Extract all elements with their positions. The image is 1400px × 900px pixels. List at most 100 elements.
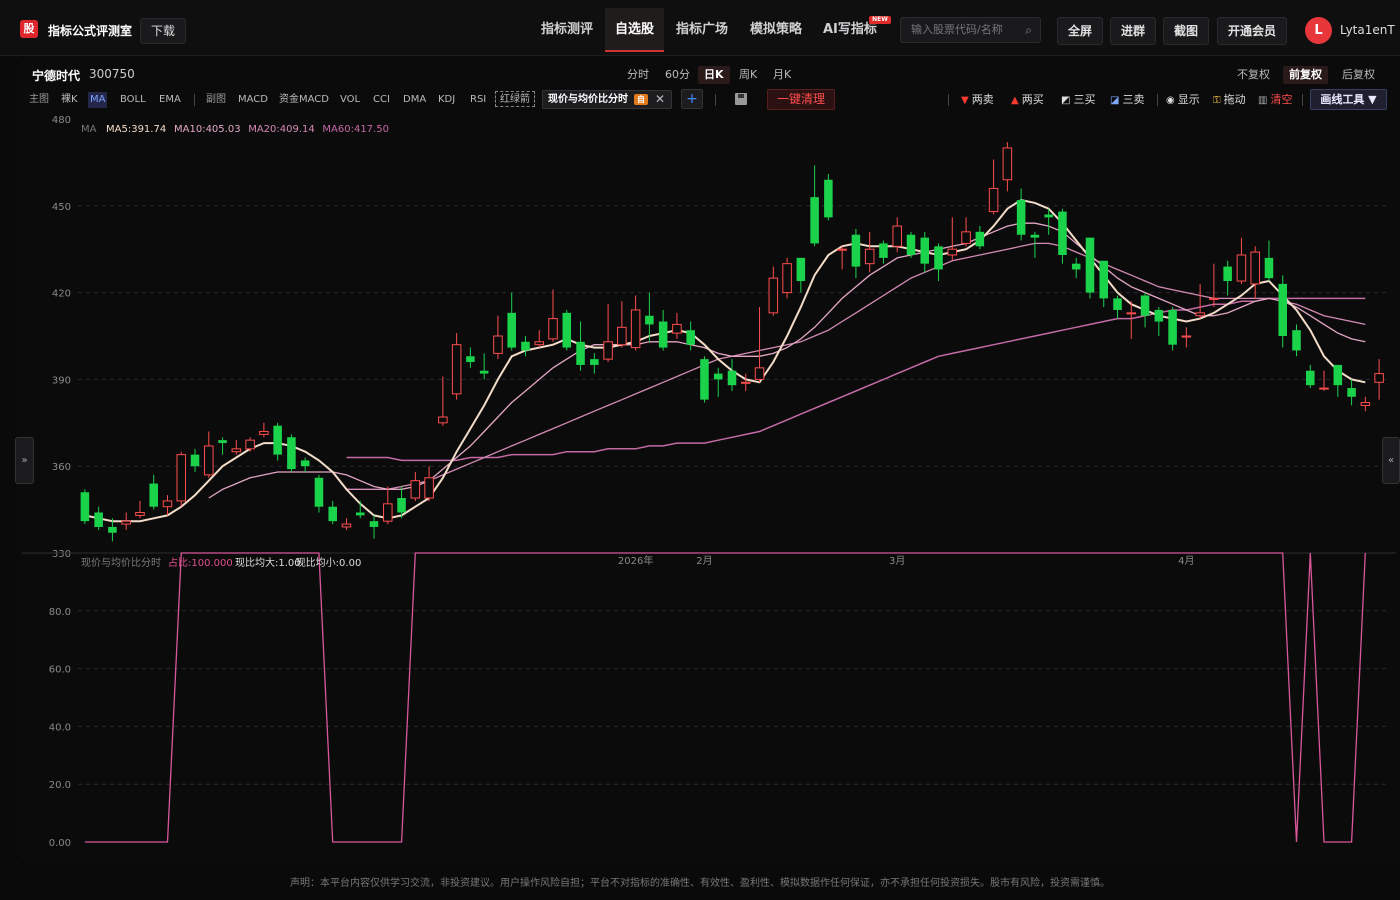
candle-body	[1071, 263, 1081, 270]
candle-body	[1195, 312, 1205, 317]
y-tick-label: 450	[52, 202, 71, 213]
candle-body	[1181, 335, 1192, 338]
candle-body	[879, 243, 888, 258]
x-tick-label: 2月	[696, 555, 712, 567]
expand-right-icon[interactable]: «	[1382, 437, 1400, 484]
expand-left-icon[interactable]: »	[15, 437, 34, 484]
y-tick-label: 360	[52, 462, 71, 473]
y-tick-label: 390	[52, 375, 71, 386]
sub-legend-name: 现价与均价比分时	[81, 557, 161, 569]
candle-body	[1278, 283, 1288, 336]
candle-body	[1292, 330, 1301, 351]
ma-legend-prefix: MA	[81, 124, 97, 135]
candle-body	[1264, 257, 1274, 279]
candle-body	[176, 454, 187, 502]
candle-body	[1044, 214, 1053, 218]
candle-body	[630, 309, 641, 349]
candle-body	[534, 341, 545, 346]
y-tick-label: 420	[52, 289, 71, 300]
candle-body	[837, 248, 847, 251]
candle-body	[1140, 295, 1150, 316]
candle-body	[121, 520, 131, 525]
candle-body	[947, 248, 958, 256]
candle-body	[1099, 260, 1109, 299]
sub-indicator-line	[84, 552, 1366, 843]
candle-body	[658, 321, 668, 348]
candle-body	[727, 370, 737, 386]
candle-body	[1154, 309, 1164, 322]
candle-body	[1236, 254, 1247, 282]
candle-body	[438, 416, 448, 424]
candle-body	[1347, 388, 1356, 397]
candle-body	[1306, 370, 1315, 386]
candle-body	[369, 521, 379, 527]
candle-body	[341, 523, 352, 528]
candle-body	[521, 341, 530, 351]
candle-body	[1360, 402, 1371, 406]
y-tick-label: 330	[52, 549, 71, 560]
candle-body	[218, 440, 227, 444]
candle-body	[493, 335, 503, 354]
candle-body	[645, 315, 654, 325]
candle-body	[548, 318, 558, 340]
candle-body	[273, 425, 282, 455]
candle-body	[466, 356, 475, 363]
candle-body	[1016, 200, 1026, 235]
candle-body	[1126, 312, 1137, 315]
candle-body	[934, 246, 943, 270]
candle-body	[686, 330, 695, 345]
candle-body	[576, 341, 585, 365]
candle-body	[768, 277, 779, 314]
candle-body	[864, 248, 875, 265]
y-tick-label: 480	[52, 115, 71, 126]
candle-body	[231, 448, 242, 453]
candle-body	[975, 231, 985, 247]
candle-body	[1058, 211, 1067, 255]
candle-body	[135, 511, 145, 516]
ma-line-ma5	[84, 198, 1366, 523]
candle-body	[617, 326, 627, 346]
sub-legend-item: 现比均大:1.00	[235, 556, 301, 569]
candle-body	[479, 370, 489, 374]
candle-body	[810, 197, 819, 244]
candle-body	[1223, 266, 1232, 282]
candle-body	[162, 500, 173, 508]
x-tick-label: 3月	[889, 555, 905, 567]
sub-y-tick-label: 60.0	[49, 665, 71, 676]
sub-y-tick-label: 80.0	[49, 607, 71, 618]
candle-body	[1250, 251, 1260, 285]
candle-body	[920, 237, 930, 264]
x-tick-label: 2026年	[618, 554, 653, 567]
candle-body	[782, 263, 792, 294]
candle-body	[1085, 237, 1095, 293]
sub-y-tick-label: 0.00	[49, 838, 71, 849]
candle-body	[204, 445, 214, 476]
candle-body	[1209, 297, 1219, 300]
candle-body	[741, 381, 751, 384]
candle-body	[562, 312, 572, 348]
candle-body	[1113, 298, 1122, 310]
sub-y-tick-label: 40.0	[49, 722, 71, 733]
candle-body	[507, 312, 516, 348]
candle-body	[259, 430, 269, 435]
candle-body	[672, 323, 682, 334]
candle-body	[328, 506, 337, 522]
candle-body	[1030, 234, 1040, 238]
candle-body	[397, 498, 406, 513]
sub-legend-item: 现比均小:0.00	[296, 557, 362, 569]
kline-chart[interactable]: 480 450 420 390 360 330 80.0 60.0 40.0 20.0 0.00 MA…	[0, 0, 1400, 860]
candle-body	[300, 460, 310, 467]
candle-body	[190, 454, 200, 467]
candle-body	[451, 344, 462, 395]
candle-body	[410, 480, 421, 499]
candle-body	[1374, 373, 1384, 383]
candle-body	[700, 359, 709, 400]
x-tick-label: 4月	[1178, 555, 1194, 567]
ma-legend-item: MA20:409.14	[248, 124, 315, 135]
ma-legend-item: MA10:405.03	[174, 124, 241, 135]
candle-body	[713, 373, 723, 380]
candle-body	[383, 503, 393, 522]
candle-body	[603, 341, 613, 360]
ma-legend-item: MA5:391.74	[106, 124, 166, 135]
candle-body	[1333, 364, 1343, 386]
